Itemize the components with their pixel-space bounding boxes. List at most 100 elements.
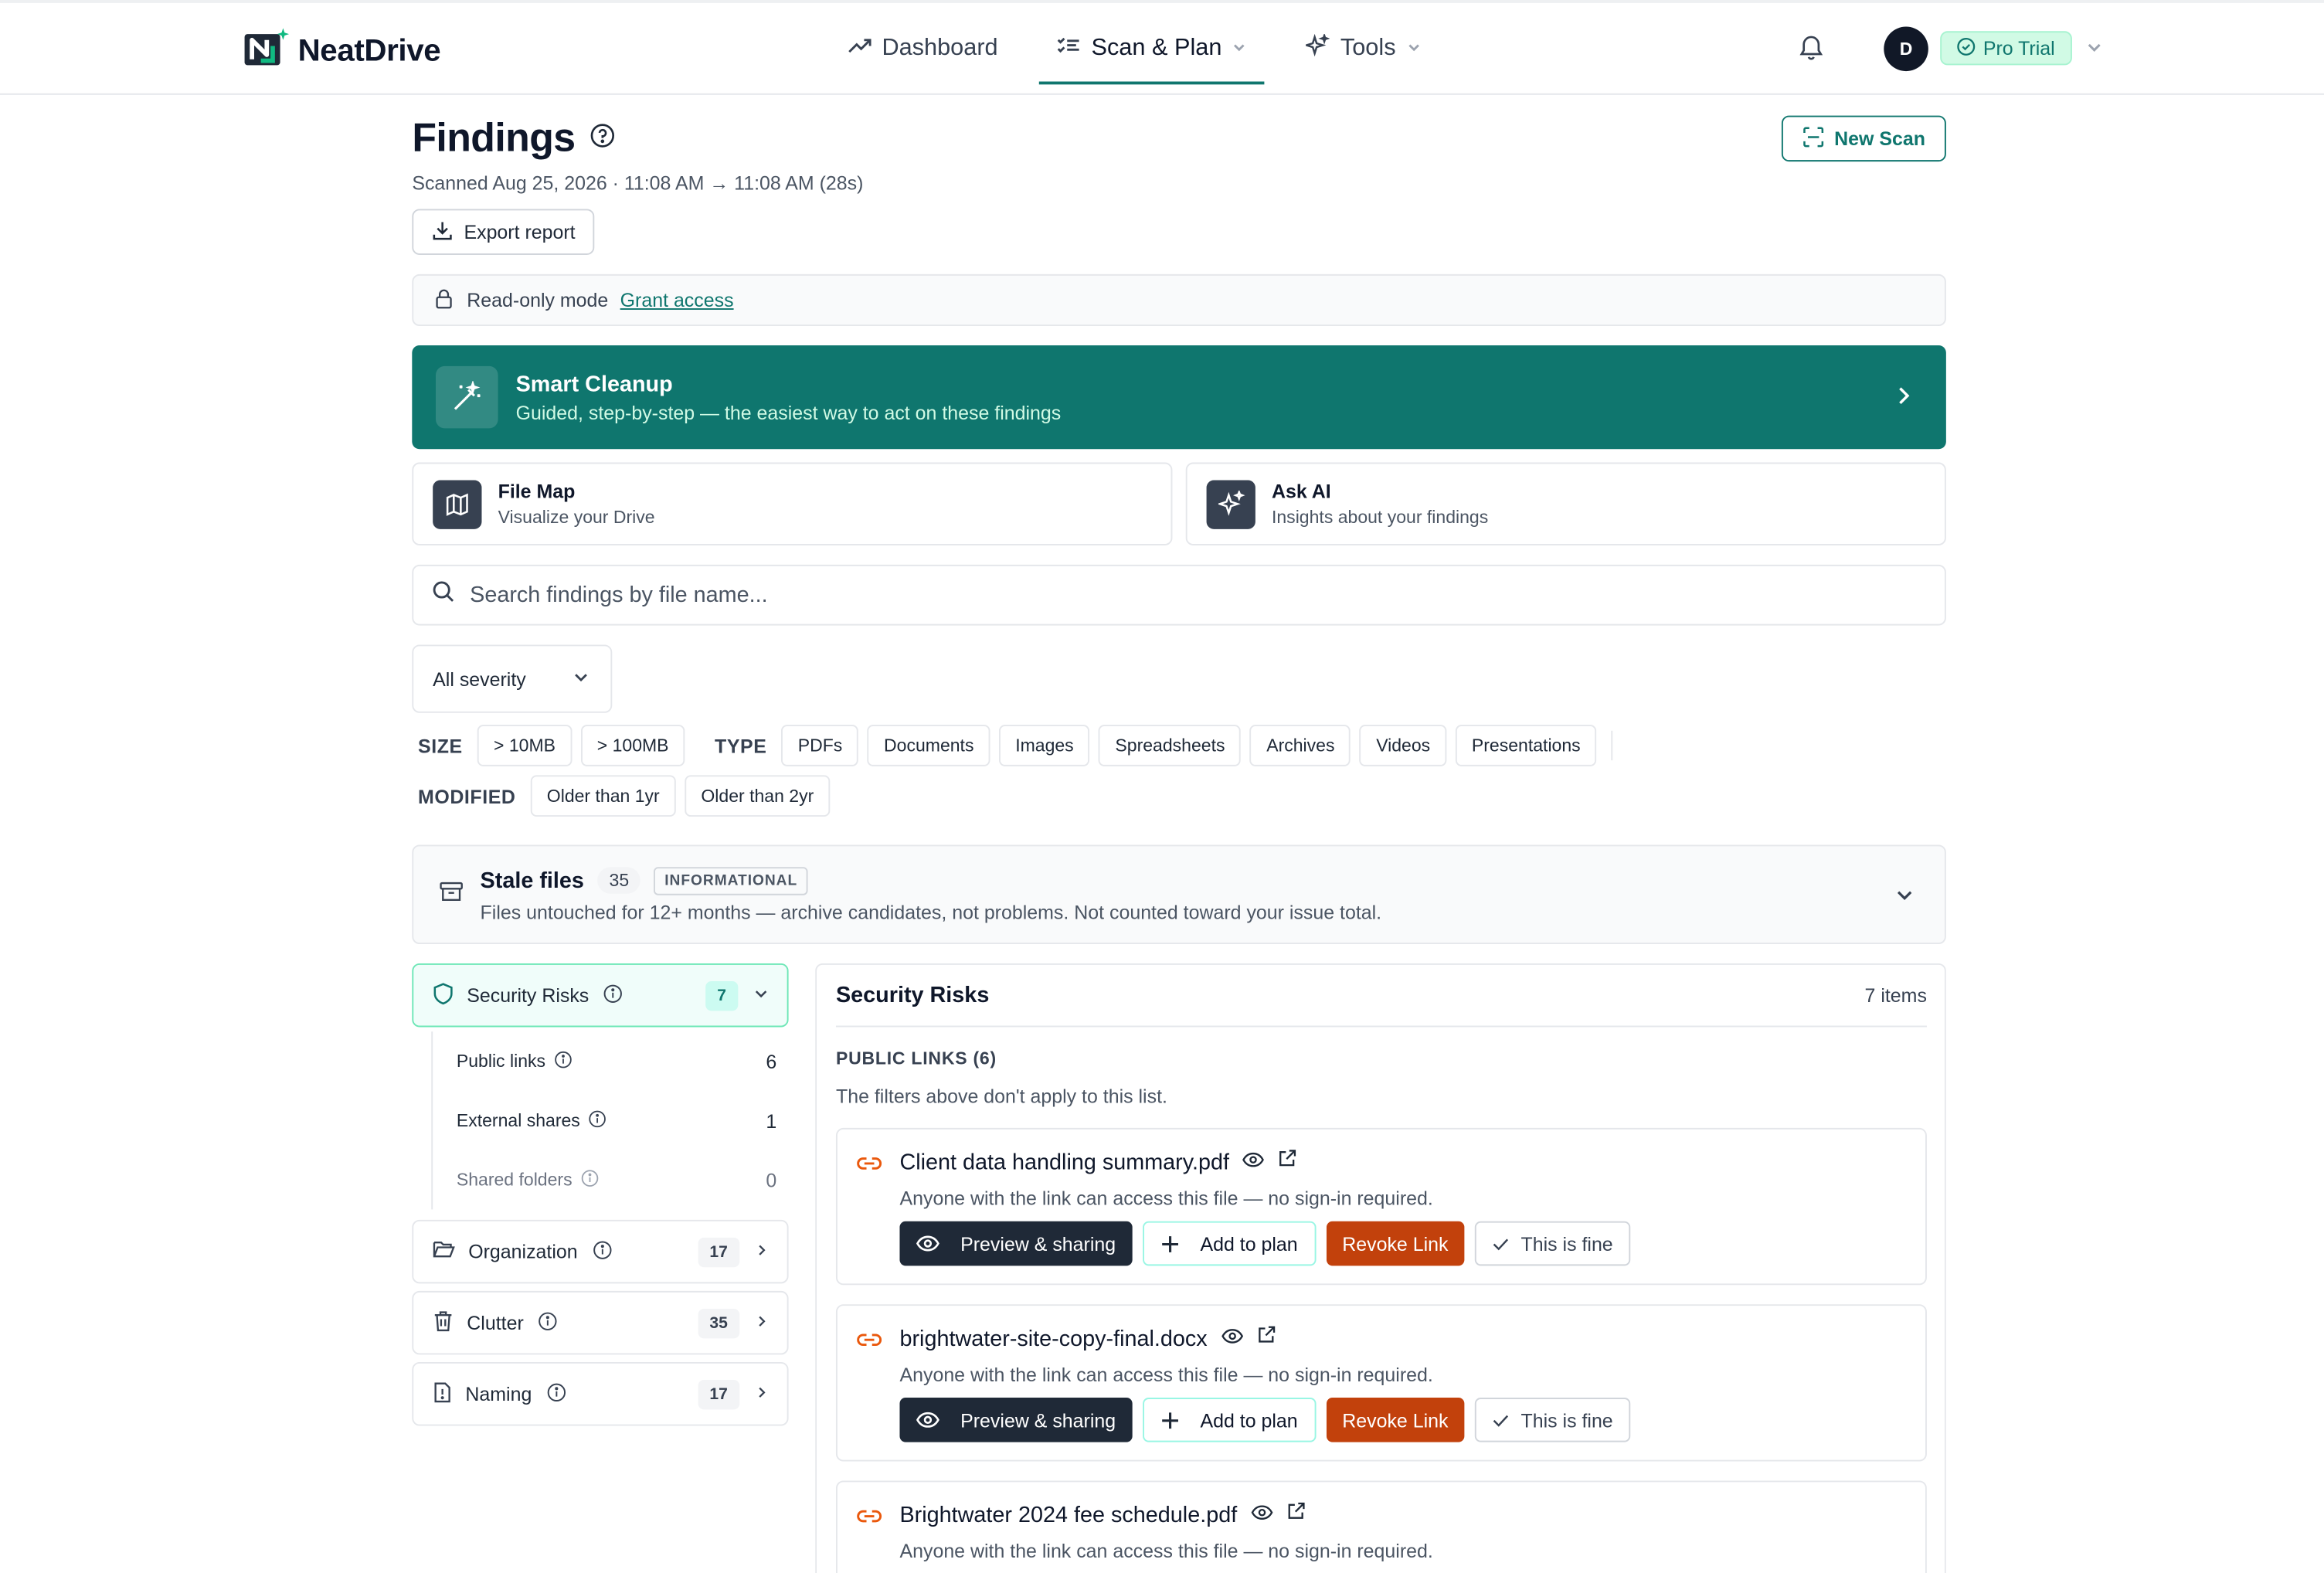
smart-cleanup-banner[interactable]: Smart Cleanup Guided, step-by-step — the… <box>412 345 1946 450</box>
panel-header: Security Risks 7 items <box>835 965 1927 1028</box>
chevron-down-icon <box>1232 39 1247 59</box>
info-icon[interactable] <box>546 1382 566 1406</box>
external-link-icon[interactable] <box>1256 1325 1276 1352</box>
check-icon <box>1493 1238 1509 1250</box>
size-chip-100mb[interactable]: > 100MB <box>580 725 685 766</box>
title-row: Findings <box>412 116 615 161</box>
category-security-risks[interactable]: Security Risks 7 <box>412 963 789 1028</box>
nav-scan-plan-label: Scan & Plan <box>1091 36 1222 61</box>
file-map-subtitle: Visualize your Drive <box>498 507 655 528</box>
neatdrive-logo-icon <box>244 28 290 73</box>
modified-chip-2yr[interactable]: Older than 2yr <box>685 775 831 817</box>
size-chip-10mb[interactable]: > 10MB <box>477 725 573 766</box>
subcategory-count: 0 <box>766 1168 777 1191</box>
category-count: 17 <box>698 1236 740 1267</box>
this-is-fine-button[interactable]: This is fine <box>1475 1398 1631 1442</box>
revoke-link-button[interactable]: Revoke Link <box>1326 1221 1465 1266</box>
add-to-plan-button[interactable]: Add to plan <box>1142 1398 1316 1442</box>
info-icon[interactable] <box>603 984 623 1007</box>
nav-tools[interactable]: Tools <box>1289 13 1439 84</box>
finding-file-name[interactable]: Client data handling summary.pdf <box>899 1150 1229 1175</box>
bell-icon[interactable] <box>1796 32 1826 70</box>
info-icon[interactable] <box>593 1240 612 1264</box>
finding-actions: Preview & sharing Add to plan Revoke Lin… <box>899 1221 1631 1266</box>
export-report-label: Export report <box>464 220 576 243</box>
external-link-icon[interactable] <box>1286 1501 1306 1528</box>
search-input[interactable] <box>470 582 1804 608</box>
nav-tools-label: Tools <box>1340 36 1396 61</box>
trending-up-icon <box>848 33 872 64</box>
chevron-right-icon <box>754 1312 769 1334</box>
type-chip-spreadsheets[interactable]: Spreadsheets <box>1099 725 1242 766</box>
help-circle-icon[interactable] <box>590 122 616 155</box>
chevron-down-icon[interactable] <box>2085 37 2103 64</box>
subcategory-external-shares[interactable]: External shares 1 <box>433 1091 788 1150</box>
stale-files-subtitle: Files untouched for 12+ months — archive… <box>480 900 1382 923</box>
plus-icon <box>1161 1235 1178 1252</box>
preview-sharing-button[interactable]: Preview & sharing <box>899 1398 1133 1442</box>
type-chip-images[interactable]: Images <box>999 725 1090 766</box>
type-chip-presentations[interactable]: Presentations <box>1455 725 1597 766</box>
nav-scan-plan[interactable]: Scan & Plan <box>1039 13 1266 85</box>
panel-item-count: 7 items <box>1864 984 1927 1007</box>
add-to-plan-button[interactable]: Add to plan <box>1142 1221 1316 1266</box>
info-icon[interactable] <box>589 1109 606 1132</box>
eye-icon[interactable] <box>1221 1325 1243 1352</box>
search-bar <box>412 564 1946 626</box>
ask-ai-card[interactable]: Ask AI Insights about your findings <box>1185 462 1946 545</box>
category-naming[interactable]: Naming 17 <box>412 1362 789 1426</box>
export-report-button[interactable]: Export report <box>412 209 595 255</box>
finding-actions: Preview & sharing Add to plan Revoke Lin… <box>899 1398 1631 1442</box>
security-subcategories: Public links 6 External shares 1 Shared … <box>431 1031 788 1210</box>
finding-description: Anyone with the link can access this fil… <box>899 1187 1433 1210</box>
sparkles-icon <box>1206 479 1255 528</box>
severity-select[interactable]: All severity <box>412 644 613 713</box>
finding-card: Brightwater 2024 fee schedule.pdf Anyone… <box>835 1480 1927 1573</box>
finding-file-name[interactable]: brightwater-site-copy-final.docx <box>899 1326 1207 1351</box>
finding-file-name[interactable]: Brightwater 2024 fee schedule.pdf <box>899 1502 1237 1527</box>
finding-card: Client data handling summary.pdf Anyone … <box>835 1127 1927 1286</box>
smart-cleanup-subtitle: Guided, step-by-step — the easiest way t… <box>515 400 1062 423</box>
revoke-link-button[interactable]: Revoke Link <box>1326 1398 1465 1442</box>
info-icon[interactable] <box>539 1311 558 1335</box>
subcategory-public-links[interactable]: Public links 6 <box>433 1031 788 1091</box>
stale-files-panel[interactable]: Stale files 35 INFORMATIONAL Files untou… <box>412 844 1946 945</box>
this-is-fine-button[interactable]: This is fine <box>1475 1221 1631 1266</box>
panel-title: Security Risks <box>835 982 990 1008</box>
scan-frame-icon <box>1802 125 1824 152</box>
new-scan-button[interactable]: New Scan <box>1781 115 1946 162</box>
type-chip-archives[interactable]: Archives <box>1250 725 1351 766</box>
grant-access-link[interactable]: Grant access <box>620 289 734 311</box>
eye-icon[interactable] <box>1250 1501 1272 1528</box>
add-to-plan-label: Add to plan <box>1200 1232 1298 1255</box>
modified-chip-1yr[interactable]: Older than 1yr <box>530 775 676 817</box>
type-chip-videos[interactable]: Videos <box>1360 725 1447 766</box>
category-organization[interactable]: Organization 17 <box>412 1219 789 1284</box>
info-icon[interactable] <box>581 1169 599 1191</box>
external-link-icon[interactable] <box>1278 1149 1297 1176</box>
file-map-card[interactable]: File Map Visualize your Drive <box>412 462 1173 545</box>
preview-sharing-button[interactable]: Preview & sharing <box>899 1221 1133 1266</box>
info-icon[interactable] <box>555 1050 573 1072</box>
link-icon <box>857 1330 882 1357</box>
plan-badge[interactable]: Pro Trial <box>1940 31 2073 66</box>
type-chip-documents[interactable]: Documents <box>867 725 990 766</box>
eye-icon[interactable] <box>1242 1149 1265 1176</box>
finding-description: Anyone with the link can access this fil… <box>899 1363 1433 1386</box>
nav-dashboard[interactable]: Dashboard <box>830 13 1015 84</box>
trash-icon <box>433 1310 454 1337</box>
type-filter-label: TYPE <box>715 734 767 757</box>
check-icon <box>1493 1414 1509 1426</box>
category-clutter[interactable]: Clutter 35 <box>412 1290 789 1355</box>
brand[interactable]: NeatDrive <box>244 28 441 73</box>
informational-badge: INFORMATIONAL <box>654 866 808 895</box>
category-count: 17 <box>698 1379 740 1409</box>
new-scan-label: New Scan <box>1834 127 1926 150</box>
section-label: PUBLIC LINKS (6) <box>835 1048 997 1069</box>
subcategory-shared-folders[interactable]: Shared folders 0 <box>433 1150 788 1210</box>
stale-files-title: Stale files <box>480 868 584 893</box>
search-icon <box>431 579 455 610</box>
scan-timestamp: Scanned Aug 25, 2026 · 11:08 AM → 11:08 … <box>412 172 864 195</box>
type-chip-pdfs[interactable]: PDFs <box>781 725 859 766</box>
avatar[interactable]: D <box>1884 26 1928 72</box>
